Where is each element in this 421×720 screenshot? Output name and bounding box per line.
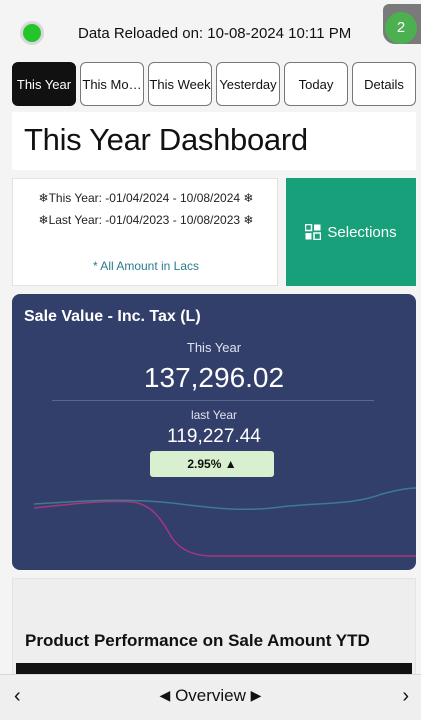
last-year-value: 119,227.44 xyxy=(167,426,261,447)
tab-this-week[interactable]: This Week xyxy=(148,62,212,106)
tab-today[interactable]: Today xyxy=(284,62,348,106)
product-performance-card[interactable]: Product Performance on Sale Amount YTD xyxy=(12,578,416,679)
sheet-right-arrow-icon: ▶ xyxy=(250,687,262,703)
tab-this-month[interactable]: This Mo… xyxy=(80,62,144,106)
notification-count-badge[interactable]: 2 xyxy=(385,12,417,44)
selections-grid-icon xyxy=(305,223,322,241)
status-bar: Data Reloaded on: 10-08-2024 10:11 PM 2 xyxy=(0,0,421,58)
this-year-period-text: ❄This Year: -01/04/2024 - 10/08/2024 ❄ xyxy=(38,191,254,205)
growth-delta-badge: 2.95% ▲ xyxy=(150,451,274,477)
selections-button[interactable]: Selections xyxy=(286,178,416,286)
last-year-period-text: ❄Last Year: -01/04/2023 - 10/08/2023 ❄ xyxy=(38,213,254,227)
last-year-label: last Year xyxy=(190,408,238,422)
period-tabs: This Year This Mo… This Week Yesterday T… xyxy=(12,62,416,106)
period-info-card: ❄This Year: -01/04/2024 - 10/08/2024 ❄ ❄… xyxy=(12,178,278,286)
sheet-name: Overview xyxy=(175,686,246,705)
this-year-trend-line xyxy=(33,487,416,511)
sheet-navigation-bar: ‹ ◀ Overview ▶ › xyxy=(0,674,421,720)
next-sheet-button[interactable]: › xyxy=(402,685,409,708)
reload-status-indicator xyxy=(20,21,44,45)
kpi-title: Sale Value - Inc. Tax (L) xyxy=(24,308,201,325)
selections-label: Selections xyxy=(327,223,397,241)
page-title: This Year Dashboard xyxy=(24,122,308,157)
this-year-label: This Year xyxy=(186,340,242,355)
tab-yesterday[interactable]: Yesterday xyxy=(216,62,280,106)
notification-button[interactable]: 2 xyxy=(383,4,421,44)
kpi-divider xyxy=(52,400,374,401)
tab-this-year[interactable]: This Year xyxy=(12,62,76,106)
last-year-trend-line xyxy=(33,500,416,557)
sheet-left-arrow-icon: ◀ xyxy=(159,687,171,703)
tab-details[interactable]: Details xyxy=(352,62,416,106)
sheet-selector[interactable]: ◀ Overview ▶ xyxy=(0,686,421,706)
sale-value-kpi-card[interactable]: Sale Value - Inc. Tax (L) This Year 137,… xyxy=(12,294,416,570)
this-year-value: 137,296.02 xyxy=(143,362,285,393)
product-performance-title: Product Performance on Sale Amount YTD xyxy=(25,631,370,650)
page-title-card: This Year Dashboard xyxy=(12,112,416,170)
kpi-trend-sparkline xyxy=(33,487,416,557)
amount-unit-note: * All Amount in Lacs xyxy=(92,259,200,273)
data-reload-text: Data Reloaded on: 10-08-2024 10:11 PM xyxy=(78,25,352,42)
